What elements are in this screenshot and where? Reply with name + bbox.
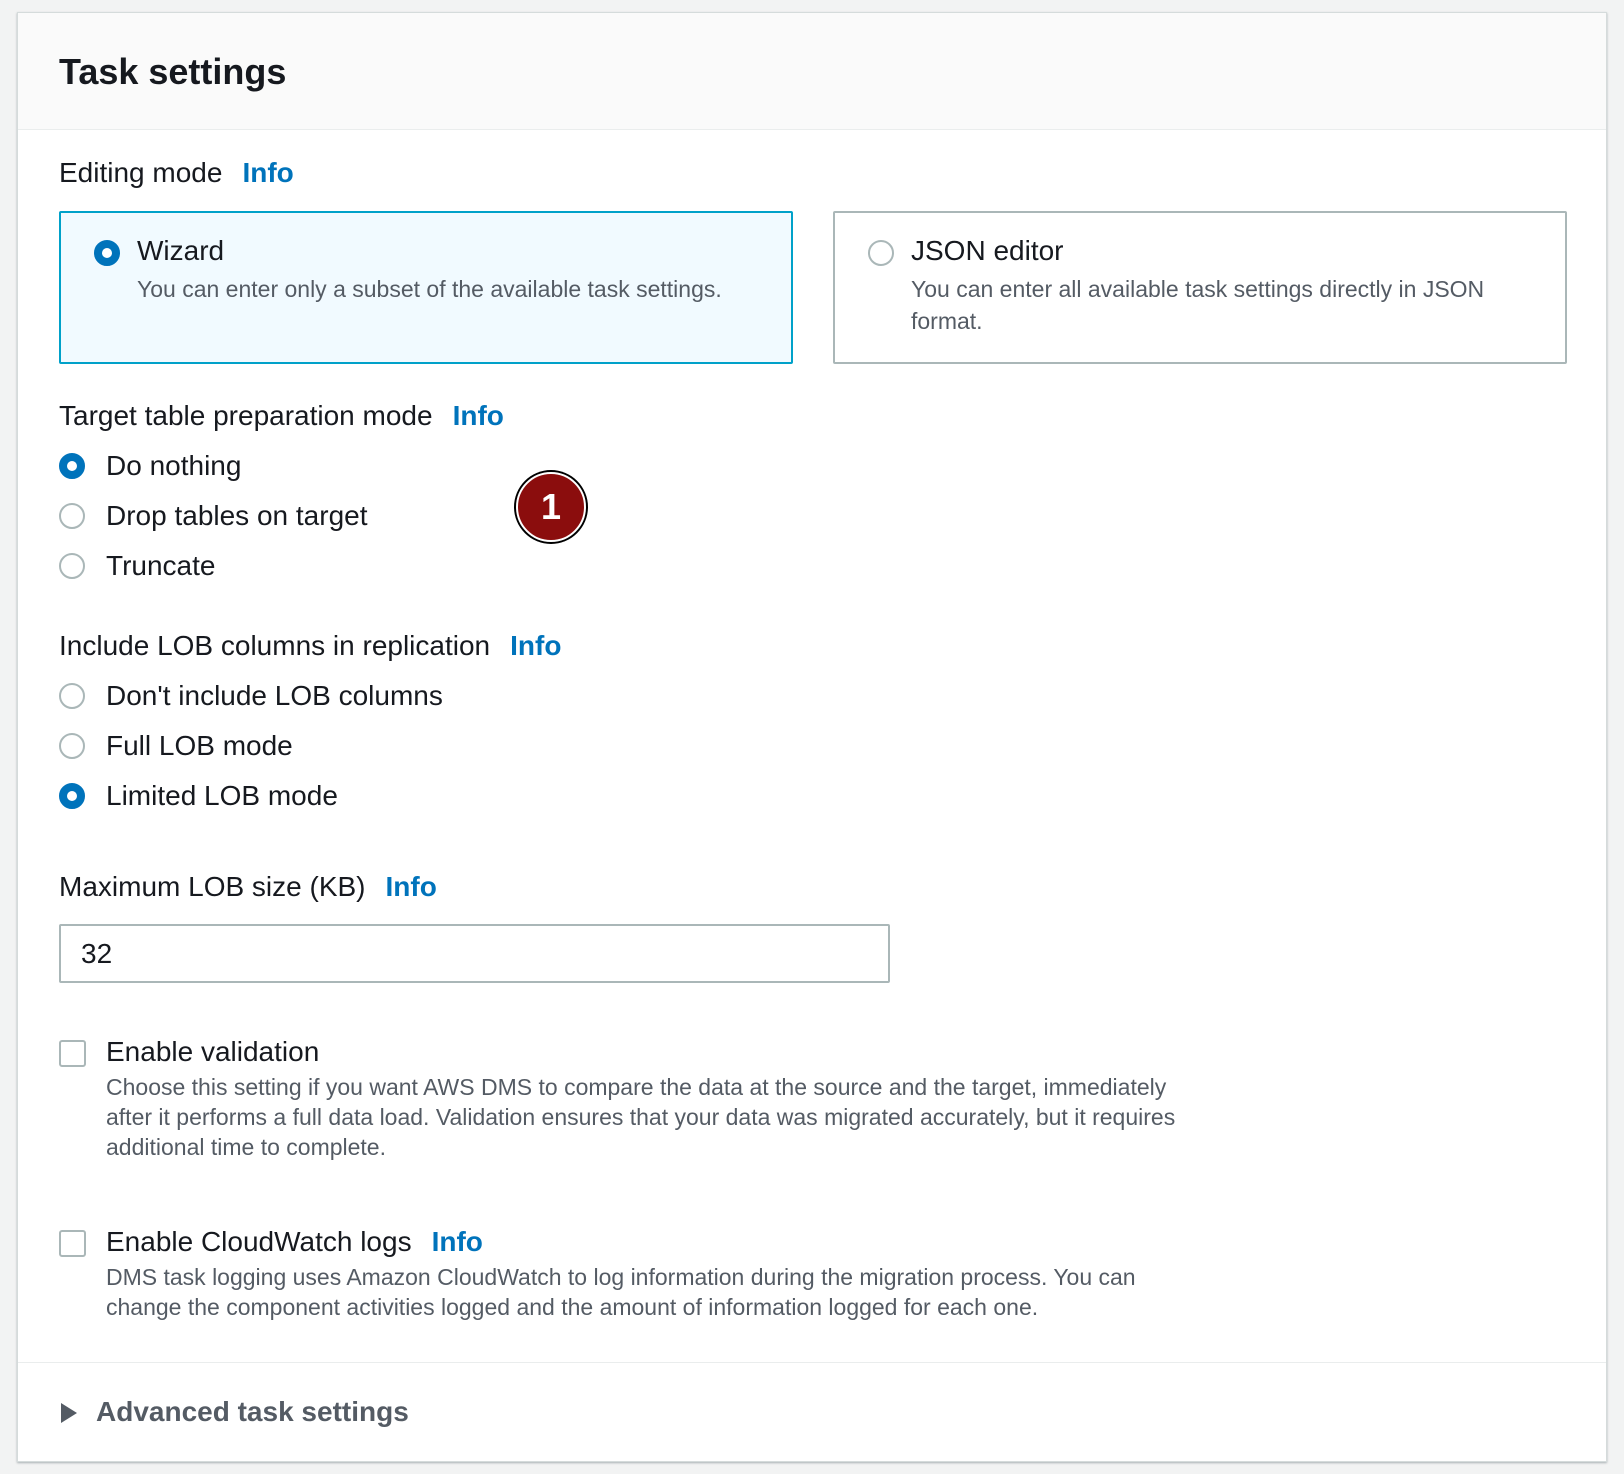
json-editor-radio[interactable] [868,240,894,266]
do-nothing-radio[interactable] [59,453,85,479]
enable-cloudwatch-description: DMS task logging uses Amazon CloudWatch … [106,1264,1136,1320]
tile-wizard[interactable]: Wizard You can enter only a subset of th… [59,211,793,364]
advanced-task-settings-label: Advanced task settings [96,1396,409,1427]
panel-header: Task settings [18,13,1606,130]
enable-cloudwatch-checkbox[interactable] [59,1230,86,1257]
option-truncate[interactable]: Truncate [59,549,659,583]
wizard-radio[interactable] [94,240,120,266]
target-prep-label-row: Target table preparation mode Info [59,399,504,433]
lob-label: Include LOB columns in replication [59,630,491,661]
editing-mode-label-row: Editing mode Info [59,156,294,190]
max-lob-label: Maximum LOB size (KB) [59,871,366,902]
truncate-radio[interactable] [59,553,85,579]
dont-include-lob-radio[interactable] [59,683,85,709]
tile-json-editor[interactable]: JSON editor You can enter all available … [833,211,1567,364]
drop-tables-radio[interactable] [59,503,85,529]
enable-cloudwatch-label: Enable CloudWatch logs Info [106,1225,483,1259]
full-lob-label: Full LOB mode [106,730,293,761]
max-lob-label-row: Maximum LOB size (KB) Info [59,870,437,904]
max-lob-info-link[interactable]: Info [386,871,437,902]
wizard-description: You can enter only a subset of the avail… [137,276,722,302]
target-prep-label: Target table preparation mode [59,400,433,431]
target-prep-info-link[interactable]: Info [453,400,504,431]
panel-title: Task settings [59,51,287,92]
do-nothing-label: Do nothing [106,450,242,481]
editing-mode-label: Editing mode [59,157,223,188]
caret-right-icon [61,1403,77,1423]
option-full-lob[interactable]: Full LOB mode [59,729,659,763]
limited-lob-radio[interactable] [59,783,85,809]
advanced-task-settings-expander[interactable]: Advanced task settings [59,1393,459,1433]
limited-lob-label: Limited LOB mode [106,780,338,811]
full-lob-radio[interactable] [59,733,85,759]
enable-validation-label: Enable validation [106,1035,319,1069]
annotation-badge: 1 [514,470,588,544]
lob-info-link[interactable]: Info [510,630,561,661]
annotation-number: 1 [516,472,586,542]
json-editor-description: You can enter all available task setting… [911,276,1485,334]
wizard-title: Wizard [137,235,225,266]
enable-validation-description: Choose this setting if you want AWS DMS … [106,1074,1176,1160]
drop-tables-label: Drop tables on target [106,500,368,531]
json-editor-title: JSON editor [911,235,1064,266]
enable-cloudwatch-text: Enable CloudWatch logs [106,1226,412,1257]
option-limited-lob[interactable]: Limited LOB mode [59,779,659,813]
footer-divider [18,1362,1606,1363]
lob-label-row: Include LOB columns in replication Info [59,629,561,663]
editing-mode-info-link[interactable]: Info [242,157,293,188]
max-lob-size-input[interactable] [59,924,890,983]
dont-include-lob-label: Don't include LOB columns [106,680,443,711]
task-settings-panel: Task settings Editing mode Info Wizard Yo… [17,12,1607,1462]
enable-validation-text: Enable validation [106,1036,320,1067]
cloudwatch-info-link[interactable]: Info [432,1226,483,1257]
truncate-label: Truncate [106,550,216,581]
enable-validation-checkbox[interactable] [59,1040,86,1067]
option-dont-include-lob[interactable]: Don't include LOB columns [59,679,659,713]
